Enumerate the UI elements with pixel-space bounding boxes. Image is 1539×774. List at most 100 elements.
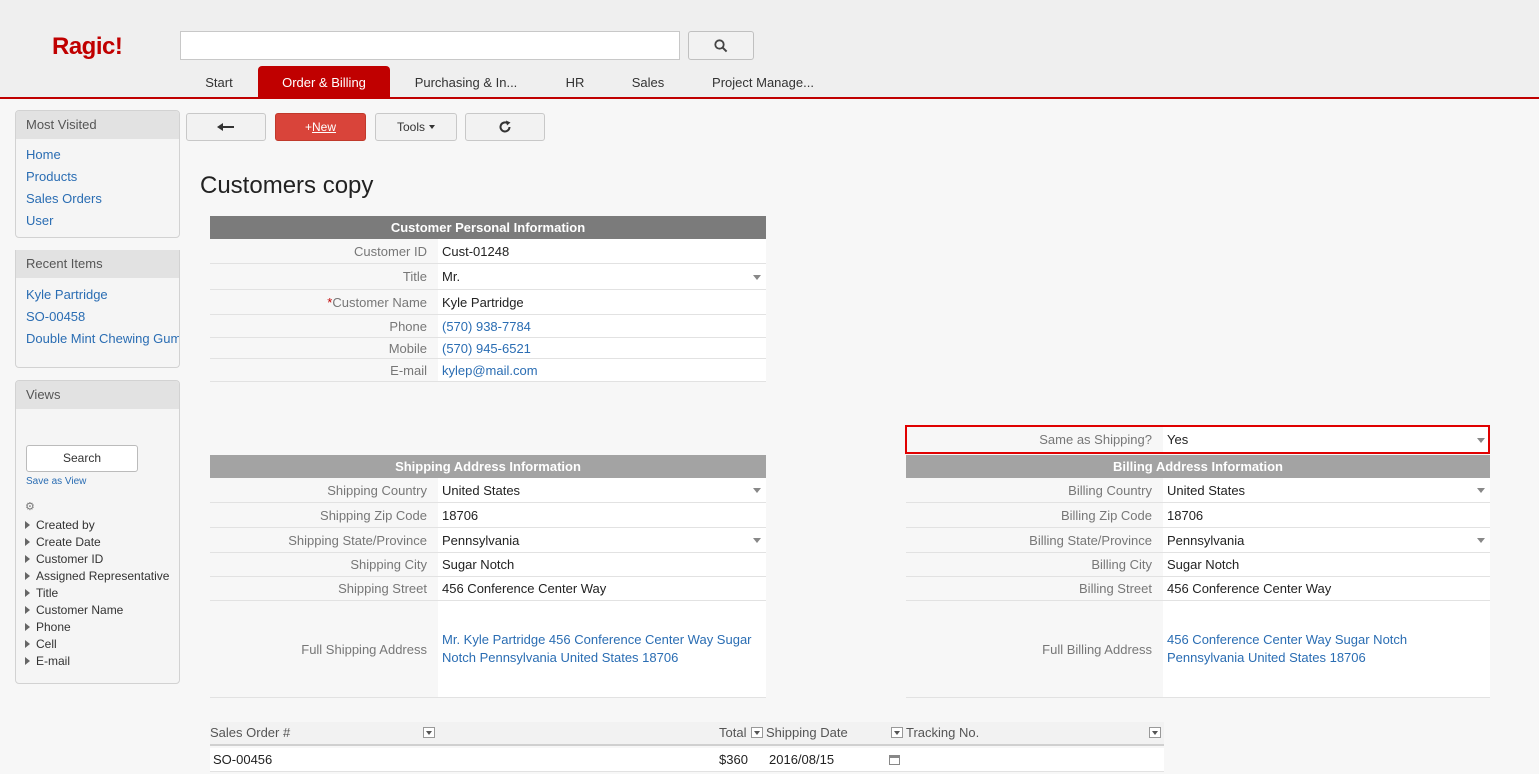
col-shipping-date: Shipping Date xyxy=(766,725,848,740)
recent-item[interactable]: Kyle Partridge xyxy=(16,284,179,306)
shipping-country-select[interactable]: United States xyxy=(438,478,766,502)
view-field-item[interactable]: E-mail xyxy=(25,653,169,670)
table-row[interactable]: SO-00456 $360 2016/08/15 xyxy=(210,748,1164,772)
expand-arrow-icon xyxy=(25,589,30,597)
highlight-box xyxy=(905,425,1490,454)
col-sales-order: Sales Order # xyxy=(210,725,291,740)
dropdown-caret-icon xyxy=(1477,488,1485,493)
shipping-city-value[interactable]: Sugar Notch xyxy=(438,553,766,576)
tab-purchasing[interactable]: Purchasing & In... xyxy=(390,66,542,97)
view-field-item[interactable]: Customer ID xyxy=(25,551,169,568)
tab-project-management[interactable]: Project Manage... xyxy=(688,66,838,97)
shipping-date-cell: 2016/08/15 xyxy=(769,752,835,767)
title-select[interactable]: Mr. xyxy=(438,264,766,289)
full-billing-address-label: Full Billing Address xyxy=(1042,641,1152,657)
customer-id-value[interactable]: Cust-01248 xyxy=(438,239,766,263)
billing-street-row: Billing Street 456 Conference Center Way xyxy=(906,577,1490,601)
most-visited-title: Most Visited xyxy=(16,111,179,139)
shipping-state-label: Shipping State/Province xyxy=(288,532,427,548)
sidebar-link-user[interactable]: User xyxy=(16,210,179,232)
expand-arrow-icon xyxy=(25,606,30,614)
shipping-country-row: Shipping Country United States xyxy=(210,478,766,503)
billing-country-row: Billing Country United States xyxy=(906,478,1490,503)
page-title: Customers copy xyxy=(200,172,374,199)
view-field-item[interactable]: Create Date xyxy=(25,534,169,551)
expand-arrow-icon xyxy=(25,521,30,529)
order-number-cell[interactable]: SO-00456 xyxy=(213,748,272,772)
sidebar-link-sales-orders[interactable]: Sales Orders xyxy=(16,188,179,210)
billing-city-row: Billing City Sugar Notch xyxy=(906,553,1490,577)
title-label: Title xyxy=(402,269,427,284)
view-field-item[interactable]: Phone xyxy=(25,619,169,636)
billing-city-value[interactable]: Sugar Notch xyxy=(1163,553,1490,576)
full-billing-address-link[interactable]: 456 Conference Center Way Sugar Notch Pe… xyxy=(1163,601,1490,697)
recent-items-panel: Recent Items Kyle Partridge SO-00458 Dou… xyxy=(15,250,180,368)
customer-name-value[interactable]: Kyle Partridge xyxy=(438,290,766,314)
full-shipping-address-label: Full Shipping Address xyxy=(301,641,427,657)
shipping-zip-value[interactable]: 18706 xyxy=(438,503,766,527)
back-button[interactable] xyxy=(186,113,266,141)
shipping-state-select[interactable]: Pennsylvania xyxy=(438,528,766,552)
view-field-item[interactable]: Cell xyxy=(25,636,169,653)
recent-item[interactable]: Double Mint Chewing Gum xyxy=(16,328,179,350)
reload-button[interactable] xyxy=(465,113,545,141)
customer-name-label: Customer Name xyxy=(332,294,427,310)
view-field-item[interactable]: Created by xyxy=(25,517,169,534)
views-title: Views xyxy=(16,381,179,409)
shipping-city-row: Shipping City Sugar Notch xyxy=(210,553,766,577)
views-search-button[interactable]: Search xyxy=(26,445,138,472)
shipping-city-label: Shipping City xyxy=(350,557,427,572)
dropdown-caret-icon xyxy=(753,538,761,543)
tab-start[interactable]: Start xyxy=(180,66,258,97)
dropdown-caret-icon xyxy=(753,488,761,493)
recent-item[interactable]: SO-00458 xyxy=(16,306,179,328)
billing-street-value[interactable]: 456 Conference Center Way xyxy=(1163,577,1490,600)
view-field-list: Created by Create Date Customer ID Assig… xyxy=(25,517,169,670)
mobile-label: Mobile xyxy=(388,340,427,356)
column-menu-icon[interactable] xyxy=(423,727,435,738)
search-button[interactable] xyxy=(688,31,754,60)
full-shipping-address-link[interactable]: Mr. Kyle Partridge 456 Conference Center… xyxy=(438,601,766,697)
full-billing-address-row: Full Billing Address 456 Conference Cent… xyxy=(906,601,1490,698)
views-panel: Views Search Save as View ⚙ Created by C… xyxy=(15,380,180,684)
column-menu-icon[interactable] xyxy=(1149,727,1161,738)
shipping-state-row: Shipping State/Province Pennsylvania xyxy=(210,528,766,553)
view-field-item[interactable]: Assigned Representative xyxy=(25,568,169,585)
tools-menu-button[interactable]: Tools xyxy=(375,113,457,141)
billing-country-select[interactable]: United States xyxy=(1163,478,1490,502)
full-shipping-address-row: Full Shipping Address Mr. Kyle Partridge… xyxy=(210,601,766,698)
sidebar-link-products[interactable]: Products xyxy=(16,166,179,188)
global-search-input[interactable] xyxy=(180,31,680,60)
app-logo[interactable]: Ragic! xyxy=(52,33,123,61)
email-link[interactable]: kylep@mail.com xyxy=(438,359,766,381)
shipping-zip-label: Shipping Zip Code xyxy=(320,507,427,523)
recent-items-title: Recent Items xyxy=(16,250,179,278)
shipping-country-label: Shipping Country xyxy=(327,482,427,498)
billing-state-row: Billing State/Province Pennsylvania xyxy=(906,528,1490,553)
mobile-link[interactable]: (570) 945-6521 xyxy=(438,338,766,358)
save-as-view-link[interactable]: Save as View xyxy=(26,476,86,487)
new-record-button[interactable]: + New xyxy=(275,113,366,141)
calendar-icon[interactable] xyxy=(889,755,900,765)
phone-link[interactable]: (570) 938-7784 xyxy=(438,315,766,337)
personal-info-heading: Customer Personal Information xyxy=(210,216,766,239)
billing-info-heading: Billing Address Information xyxy=(906,455,1490,478)
tab-order-billing[interactable]: Order & Billing xyxy=(258,66,390,97)
column-menu-icon[interactable] xyxy=(891,727,903,738)
billing-zip-label: Billing Zip Code xyxy=(1060,507,1152,523)
sidebar-link-home[interactable]: Home xyxy=(16,144,179,166)
customer-name-row: * Customer Name Kyle Partridge xyxy=(210,290,766,315)
billing-state-label: Billing State/Province xyxy=(1029,532,1152,548)
expand-arrow-icon xyxy=(25,538,30,546)
tab-sales[interactable]: Sales xyxy=(608,66,688,97)
arrow-left-icon xyxy=(217,123,234,131)
shipping-street-value[interactable]: 456 Conference Center Way xyxy=(438,577,766,600)
billing-zip-value[interactable]: 18706 xyxy=(1163,503,1490,527)
column-menu-icon[interactable] xyxy=(751,727,763,738)
email-label: E-mail xyxy=(390,362,427,378)
billing-state-select[interactable]: Pennsylvania xyxy=(1163,528,1490,552)
view-field-item[interactable]: Customer Name xyxy=(25,602,169,619)
view-field-item[interactable]: Title xyxy=(25,585,169,602)
tab-hr[interactable]: HR xyxy=(542,66,608,97)
gear-icon[interactable]: ⚙ xyxy=(25,500,35,513)
